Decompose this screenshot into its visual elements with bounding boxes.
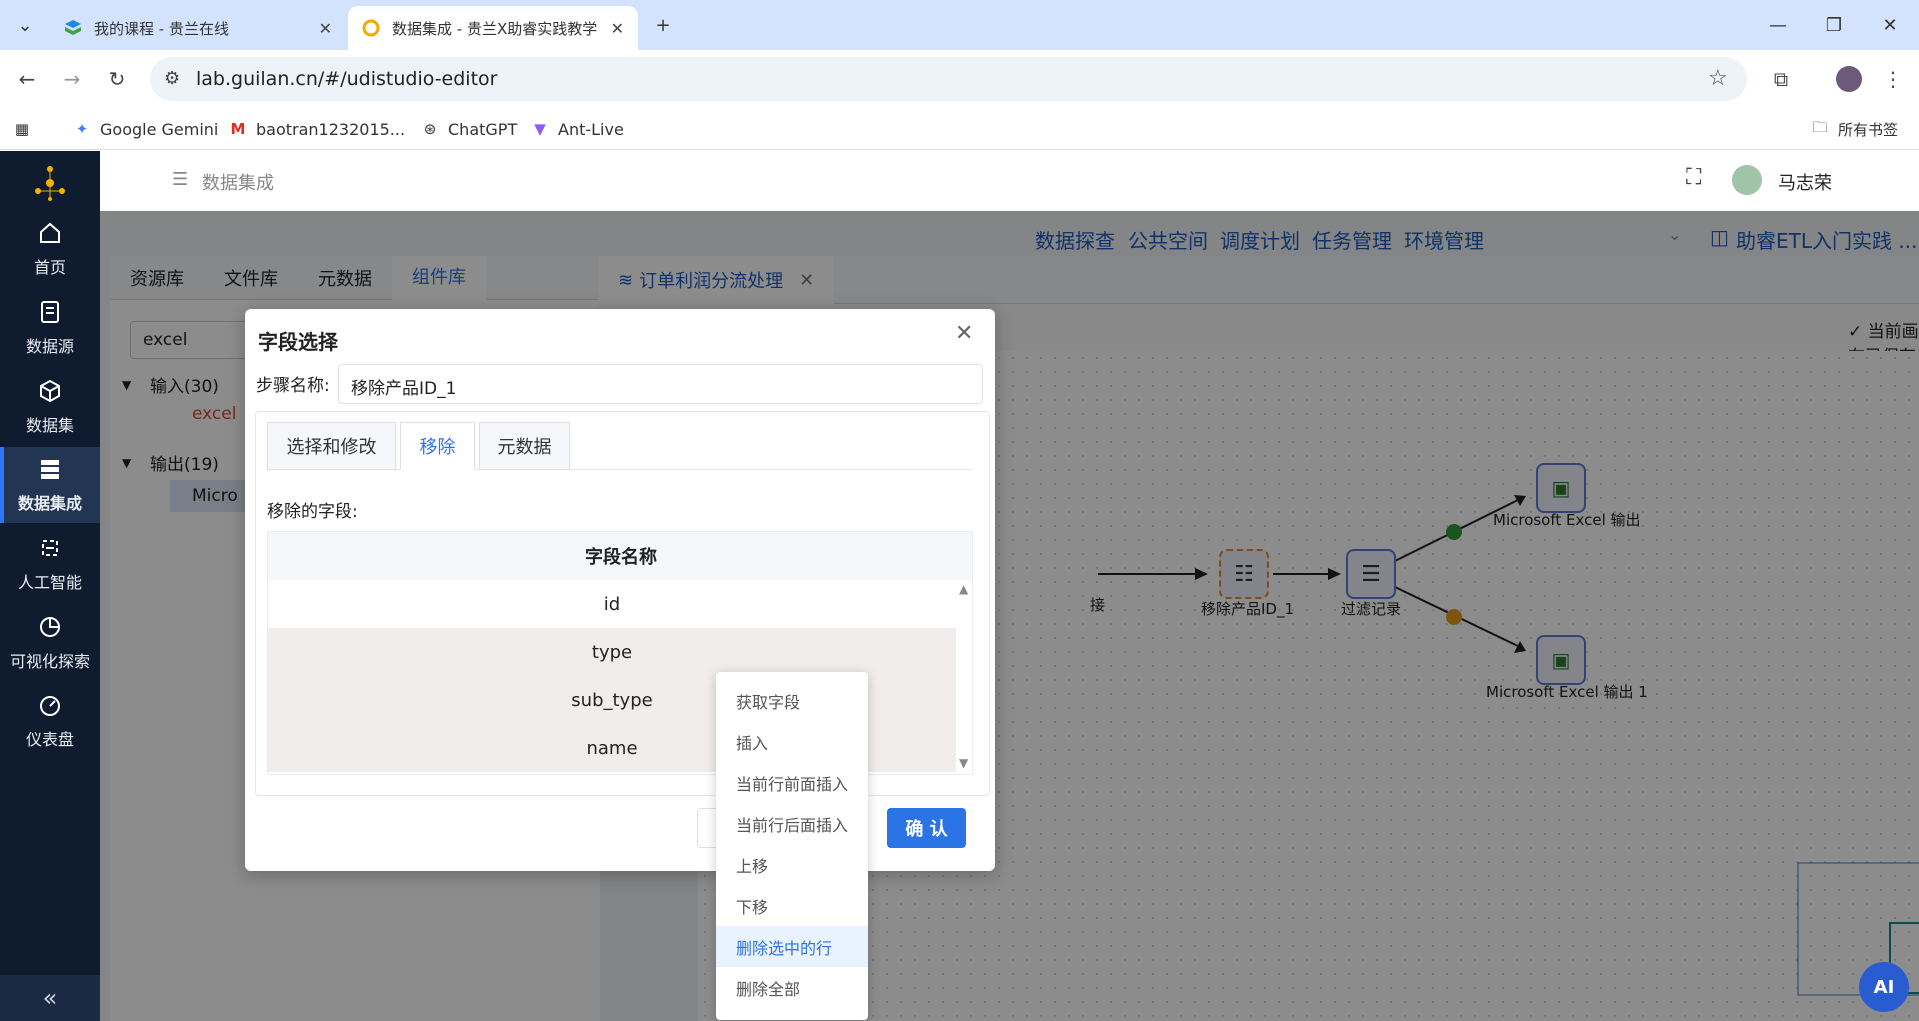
bookmark-gmail[interactable]: Mbaotran1232015... xyxy=(228,116,406,142)
user-name[interactable]: 马志荣 xyxy=(1778,169,1832,195)
breadcrumb: 数据集成 xyxy=(202,173,274,194)
table-row[interactable]: id xyxy=(268,580,956,628)
menu-item-insert-after[interactable]: 当前行后面插入 xyxy=(716,803,868,844)
bookmark-antlive[interactable]: ▼ Ant-Live xyxy=(530,116,624,142)
ai-icon xyxy=(37,535,63,561)
browser-tab-integration[interactable]: 数据集成 - 贵兰X助睿实践教学 ✕ xyxy=(348,6,638,50)
antlive-icon: ▼ xyxy=(534,120,546,138)
gemini-icon: ✦ xyxy=(75,120,89,138)
courses-favicon-icon xyxy=(64,19,82,37)
menu-icon[interactable]: ⋮ xyxy=(1876,62,1910,96)
sidebar-item-integration[interactable]: 数据集成 xyxy=(0,447,100,523)
forward-icon[interactable]: → xyxy=(55,62,89,96)
scroll-up-icon[interactable]: ▲ xyxy=(959,582,968,596)
sidebar-item-visual[interactable]: 可视化探索 xyxy=(0,605,100,681)
folder-icon: 🗀 xyxy=(1812,117,1828,136)
tab-metadata[interactable]: 元数据 xyxy=(479,422,570,470)
confirm-button[interactable]: 确 认 xyxy=(887,808,966,848)
bookmark-gemini[interactable]: ✦ Google Gemini xyxy=(72,116,219,142)
menu-item-move-down[interactable]: 下移 xyxy=(716,885,868,926)
close-icon[interactable]: ✕ xyxy=(955,321,973,346)
field-select-dialog: 字段选择 ✕ 步骤名称: 移除产品ID_1 选择和修改 移除 元数据 移除的字段… xyxy=(245,309,995,871)
browser-tab-title: 数据集成 - 贵兰X助睿实践教学 xyxy=(392,19,598,38)
menu-item-insert[interactable]: 插入 xyxy=(716,721,868,762)
app-header: ☰ 数据集成 ⛶ 马志荣 xyxy=(100,151,1919,211)
chart-icon xyxy=(37,614,63,640)
address-bar[interactable]: ⚙ lab.guilan.cn/#/udistudio-editor ☆ xyxy=(150,57,1747,101)
gauge-icon xyxy=(37,692,63,718)
sidebar-item-datasource[interactable]: 数据源 xyxy=(0,290,100,366)
column-header: 字段名称 xyxy=(268,532,972,580)
context-menu: 获取字段 插入 当前行前面插入 当前行后面插入 上移 下移 删除选中的行 删除全… xyxy=(716,672,868,1020)
extensions-icon[interactable]: ⧉ xyxy=(1764,62,1798,96)
chatgpt-icon: ⊛ xyxy=(423,120,437,138)
close-window-icon[interactable]: ✕ xyxy=(1862,0,1918,50)
collapse-sidebar-button[interactable]: « xyxy=(0,975,100,1021)
tab-select-modify[interactable]: 选择和修改 xyxy=(267,422,396,470)
integration-icon xyxy=(37,456,63,482)
sidebar-item-dataset[interactable]: 数据集 xyxy=(0,369,100,445)
home-icon xyxy=(37,220,63,246)
sidebar-item-dashboard[interactable]: 仪表盘 xyxy=(0,683,100,759)
dialog-title: 字段选择 xyxy=(258,330,338,354)
new-tab-button[interactable]: + xyxy=(646,8,680,42)
tab-remove[interactable]: 移除 xyxy=(400,422,475,470)
menu-item-delete-all[interactable]: 删除全部 xyxy=(716,967,868,1008)
bookmark-chatgpt[interactable]: ⊛ ChatGPT xyxy=(420,116,518,142)
menu-item-delete-selected[interactable]: 删除选中的行 xyxy=(716,926,868,967)
back-icon[interactable]: ← xyxy=(10,62,44,96)
reload-icon[interactable]: ↻ xyxy=(100,62,134,96)
browser-tab-title: 我的课程 - 贵兰在线 xyxy=(94,19,229,38)
close-tab-icon[interactable]: ✕ xyxy=(611,19,624,38)
fullscreen-icon[interactable]: ⛶ xyxy=(1686,165,1701,190)
scroll-down-icon[interactable]: ▼ xyxy=(959,756,968,770)
gmail-icon: M xyxy=(230,120,246,138)
app-sidebar: 首页 数据源 数据集 数据集成 人工智能 可视化探索 仪表盘 « xyxy=(0,151,100,1021)
all-bookmarks[interactable]: 🗀 所有书签 xyxy=(1810,116,1898,142)
datasource-icon xyxy=(37,299,63,325)
tab-search-button[interactable]: ⌄ xyxy=(8,8,42,42)
sidebar-item-home[interactable]: 首页 xyxy=(0,211,100,287)
site-info-icon[interactable]: ⚙ xyxy=(164,68,180,89)
integration-favicon-icon xyxy=(362,19,380,37)
bookmark-star-icon[interactable]: ☆ xyxy=(1708,66,1728,91)
restore-icon[interactable]: ❐ xyxy=(1806,0,1862,50)
user-avatar[interactable] xyxy=(1732,165,1762,195)
sidebar-item-ai[interactable]: 人工智能 xyxy=(0,526,100,602)
bookmarks-bar: ▦ ✦ Google Gemini Mbaotran1232015... ⊛ Cha… xyxy=(0,108,1919,150)
dataset-icon xyxy=(37,378,63,404)
step-name-input[interactable]: 移除产品ID_1 xyxy=(338,364,983,404)
apps-grid-icon[interactable]: ▦ xyxy=(12,116,40,142)
step-name-label: 步骤名称: xyxy=(256,376,330,396)
table-row[interactable]: type xyxy=(268,628,956,676)
menu-item-get-fields[interactable]: 获取字段 xyxy=(716,680,868,721)
remove-fields-label: 移除的字段: xyxy=(267,502,358,522)
ai-assistant-button[interactable]: AI xyxy=(1859,962,1909,1012)
table-scrollbar[interactable]: ▲ ▼ xyxy=(956,580,972,774)
profile-avatar[interactable] xyxy=(1836,66,1862,92)
app-logo-icon xyxy=(30,163,70,203)
close-tab-icon[interactable]: ✕ xyxy=(319,19,332,38)
minimize-icon[interactable]: — xyxy=(1750,0,1806,50)
menu-item-move-up[interactable]: 上移 xyxy=(716,844,868,885)
breadcrumb-icon: ☰ xyxy=(172,169,189,190)
browser-tab-strip: ⌄ 我的课程 - 贵兰在线 ✕ 数据集成 - 贵兰X助睿实践教学 ✕ + — ❐… xyxy=(0,0,1919,50)
browser-toolbar: ← → ↻ ⚙ lab.guilan.cn/#/udistudio-editor… xyxy=(0,50,1919,108)
url-text: lab.guilan.cn/#/udistudio-editor xyxy=(196,68,498,90)
menu-item-insert-before[interactable]: 当前行前面插入 xyxy=(716,762,868,803)
browser-tab-courses[interactable]: 我的课程 - 贵兰在线 ✕ xyxy=(50,6,346,50)
